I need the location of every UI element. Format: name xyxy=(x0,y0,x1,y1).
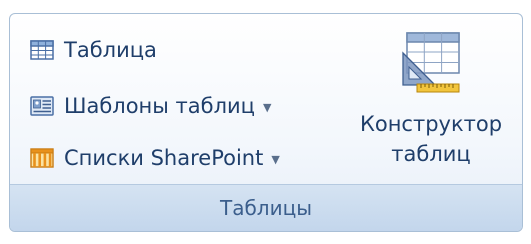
table-templates-label: Шаблоны таблиц xyxy=(64,94,255,118)
table-designer-label: Конструктор таблиц xyxy=(360,109,502,169)
table-templates-button[interactable]: Шаблоны таблиц ▼ xyxy=(23,86,278,126)
table-button[interactable]: Таблица xyxy=(23,30,164,70)
table-grid-icon xyxy=(30,40,54,60)
table-designer-icon xyxy=(402,32,460,93)
table-button-label: Таблица xyxy=(64,38,157,62)
ribbon-group-tables: Таблица Шаблоны таблиц ▼ Списки SharePoi… xyxy=(9,13,523,232)
table-designer-button[interactable]: Конструктор таблиц xyxy=(344,20,518,180)
table-designer-label-line1: Конструктор xyxy=(359,112,503,136)
group-title: Таблицы xyxy=(10,184,522,231)
table-designer-label-line2: таблиц xyxy=(391,142,471,166)
table-templates-dropdown-arrow[interactable]: ▼ xyxy=(263,101,271,114)
sharepoint-lists-label: Списки SharePoint xyxy=(64,146,264,170)
sharepoint-lists-button[interactable]: Списки SharePoint ▼ xyxy=(23,138,287,178)
sharepoint-list-icon xyxy=(30,148,54,168)
table-template-icon xyxy=(30,96,54,116)
sharepoint-lists-dropdown-arrow[interactable]: ▼ xyxy=(271,153,279,166)
